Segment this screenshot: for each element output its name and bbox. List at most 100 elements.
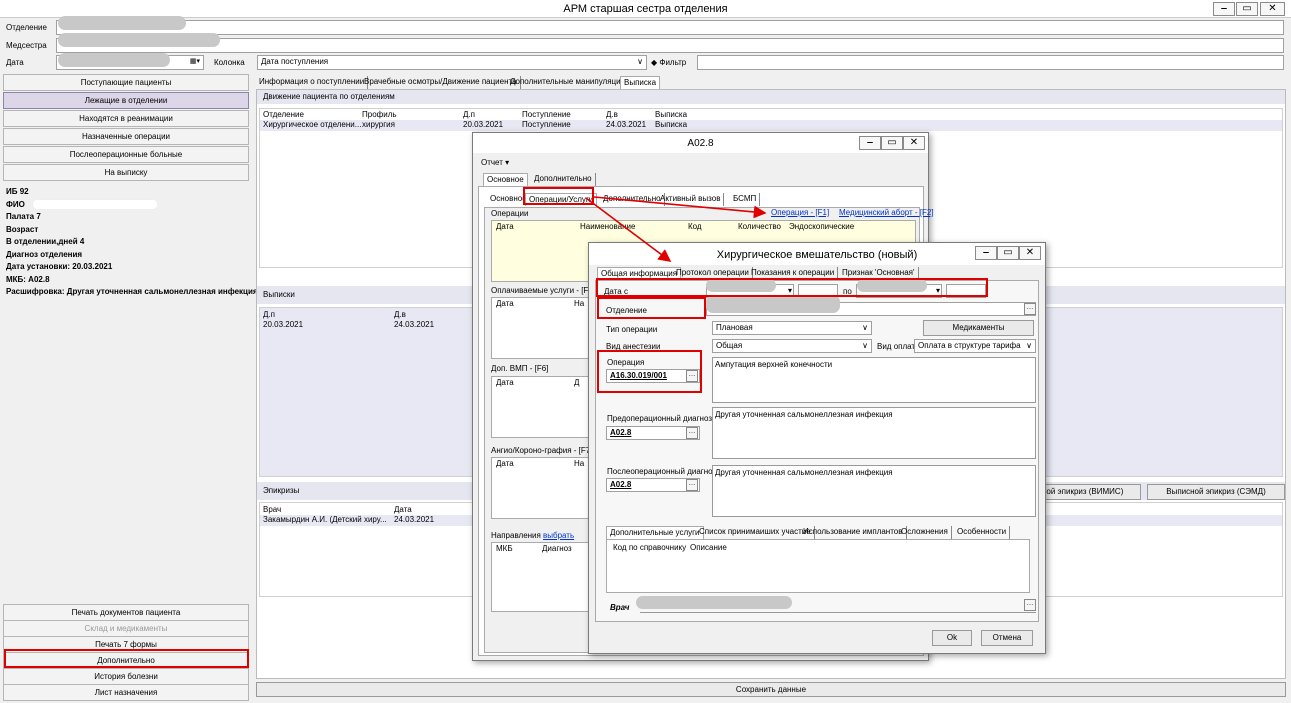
medsestra-field[interactable] [56, 38, 1284, 53]
report-menu[interactable]: Отчет ▾ [481, 158, 509, 167]
cell: 24.03.2021 [394, 320, 435, 329]
close-button[interactable]: ✕ [903, 136, 925, 150]
dialog-titlebar: Хирургическое вмешательство (новый) ‒ ▭ … [589, 243, 1045, 265]
oplata-select[interactable]: Оплата в структуре тарифа ∨ [914, 339, 1036, 353]
tab-obshchaya-info[interactable]: Общая информация [597, 267, 682, 280]
close-button[interactable]: ✕ [1019, 246, 1041, 260]
select-operacia-button[interactable]: … [686, 370, 698, 382]
tab-vrachebnye[interactable]: Врачебные осмотры/Движение пациента [361, 76, 521, 89]
patient-mkb: МКБ: A02.8 [6, 274, 50, 284]
col-data: Дата [496, 378, 514, 387]
ib-number: ИБ 92 [6, 187, 29, 196]
tab-aktivnyi-vyzov[interactable]: Активный вызов [657, 193, 725, 206]
print-form7-button[interactable]: Печать 7 формы [3, 636, 249, 653]
anestezia-select[interactable]: Общая ∨ [712, 339, 872, 353]
tab-oslozhnenia[interactable]: Осложнения [898, 526, 952, 539]
select-postop-button[interactable]: … [686, 479, 698, 491]
save-data-button[interactable]: Сохранить данные [256, 682, 1286, 697]
med-abort-f2-link[interactable]: Медицинский аборт - [F2] [839, 208, 934, 217]
time-to-field[interactable] [946, 284, 986, 298]
postop-diagnosis-area[interactable]: Другая уточненная сальмонеллезная инфекц… [712, 465, 1036, 517]
operacia-f1-link[interactable]: Операция - [F1] [771, 208, 829, 217]
minimize-button[interactable]: ‒ [1213, 2, 1235, 16]
operacia-name-area[interactable]: Ампутация верхней конечности [712, 357, 1036, 403]
nav-na-vypisku[interactable]: На выписку [3, 164, 249, 181]
table-row[interactable]: Хирургическое отделени... хирургия 20.03… [260, 120, 1282, 131]
postop-code: A02.8 [610, 480, 632, 489]
nav-lezhashchie[interactable]: Лежащие в отделении [3, 92, 249, 109]
close-button[interactable]: ✕ [1260, 2, 1285, 16]
tab-implanty[interactable]: Использование имплантов [800, 526, 907, 539]
minimize-button[interactable]: ‒ [975, 246, 997, 260]
kolonka-select[interactable]: Дата поступления ∨ [257, 55, 647, 70]
epikriz-vimis-button[interactable]: ной эпикриз (ВИМИС) [1041, 484, 1141, 500]
patient-days: В отделении,дней 4 [6, 237, 85, 246]
tab-osobennosti[interactable]: Особенности [954, 526, 1011, 539]
filter-input[interactable] [697, 55, 1284, 70]
select-vrach-button[interactable]: … [1024, 599, 1036, 611]
napravlenia-vybrat-link[interactable]: выбрать [543, 531, 574, 540]
chevron-down-icon: ∨ [862, 323, 868, 332]
tip-operacii-select[interactable]: Плановая ∨ [712, 321, 872, 335]
chevron-down-icon: ∨ [637, 57, 643, 66]
epikriz-semd-button[interactable]: Выписной эпикриз (СЭМД) [1147, 484, 1285, 500]
restore-button[interactable]: ▭ [881, 136, 903, 150]
preop-diagnosis-label: Предоперационный диагноз [607, 414, 712, 423]
tab-vypiska[interactable]: Выписка [620, 76, 661, 89]
sklad-button[interactable]: Склад и медикаменты [3, 620, 249, 637]
otdelenie-field[interactable] [56, 20, 1284, 35]
redacted-mask [58, 33, 220, 47]
select-otdelenie-button[interactable]: … [1024, 303, 1036, 315]
tab-dop-manipulyacii[interactable]: Дополнительные манипуляции [507, 76, 630, 89]
chevron-down-icon: ∨ [1026, 341, 1032, 350]
print-documents-button[interactable]: Печать документов пациента [3, 604, 249, 621]
cell: Выписка [655, 120, 688, 129]
col-dv: Д.в [606, 110, 618, 119]
tab-osnovnoe[interactable]: Основное [483, 173, 528, 186]
tab-uchastniki[interactable]: Список принимаиших участие [696, 526, 815, 539]
tab-dop-uslugi[interactable]: Дополнительные услуги [606, 526, 704, 539]
col-dp: Д.п [463, 110, 475, 119]
cell: 24.03.2021 [394, 515, 435, 524]
calendar-icon[interactable]: ▾ [936, 285, 940, 297]
select-preop-button[interactable]: … [686, 427, 698, 439]
nav-reanimacia[interactable]: Находятся в реанимации [3, 110, 249, 127]
dop-uslugi-table: Код по справочнику Описание [606, 539, 1030, 593]
preop-diagnosis-area[interactable]: Другая уточненная сальмонеллезная инфекц… [712, 407, 1036, 459]
nav-postupayushchie[interactable]: Поступающие пациенты [3, 74, 249, 91]
col-diagnoz: Диагноз [542, 544, 572, 553]
app-title: АРМ старшая сестра отделения [563, 3, 728, 15]
operacii-label: Операции [491, 209, 529, 218]
data-label: Дата [6, 58, 24, 67]
cancel-button[interactable]: Отмена [981, 630, 1033, 646]
dopolnitelno-button[interactable]: Дополнительно [3, 652, 249, 669]
istoria-bolezni-button[interactable]: История болезни [3, 668, 249, 685]
vmp-table: Дата Д [491, 376, 591, 438]
col-postuplenie: Поступление [522, 110, 571, 119]
angio-table: Дата На [491, 457, 591, 519]
col-vypiska: Выписка [655, 110, 688, 119]
nav-posleoperacionnye[interactable]: Послеоперационные больные [3, 146, 249, 163]
cell: 20.03.2021 [463, 120, 504, 129]
vmp-label: Доп. ВМП - [F6] [491, 364, 549, 373]
minimize-button[interactable]: ‒ [859, 136, 881, 150]
restore-button[interactable]: ▭ [997, 246, 1019, 260]
chevron-down-icon: ∨ [862, 341, 868, 350]
tab-bsmp[interactable]: БСМП [730, 193, 761, 206]
tab-operacii-uslugi[interactable]: Операции/Услуги [525, 193, 598, 206]
restore-button[interactable]: ▭ [1236, 2, 1258, 16]
list-naznachenia-button[interactable]: Лист назначения [3, 684, 249, 701]
tab-info-postuplenie[interactable]: Информация о поступлении [256, 76, 369, 89]
col-dp: Д.п [263, 310, 275, 319]
col-profil: Профиль [362, 110, 397, 119]
napravlenia-table: МКБ Диагноз [491, 542, 591, 612]
ok-button[interactable]: Ok [932, 630, 972, 646]
tab-dopolnitelno[interactable]: Дополнительно [600, 193, 665, 206]
nav-naznachennye[interactable]: Назначенные операции [3, 128, 249, 145]
col-vrach: Врач [263, 505, 282, 514]
tab-dopolnitelno[interactable]: Дополнительно [531, 173, 596, 186]
col-na: На [574, 459, 585, 468]
calendar-icon[interactable]: ▦▾ [190, 56, 200, 68]
col-opisanie: Описание [690, 543, 727, 552]
medikamenty-button[interactable]: Медикаменты [923, 320, 1034, 336]
